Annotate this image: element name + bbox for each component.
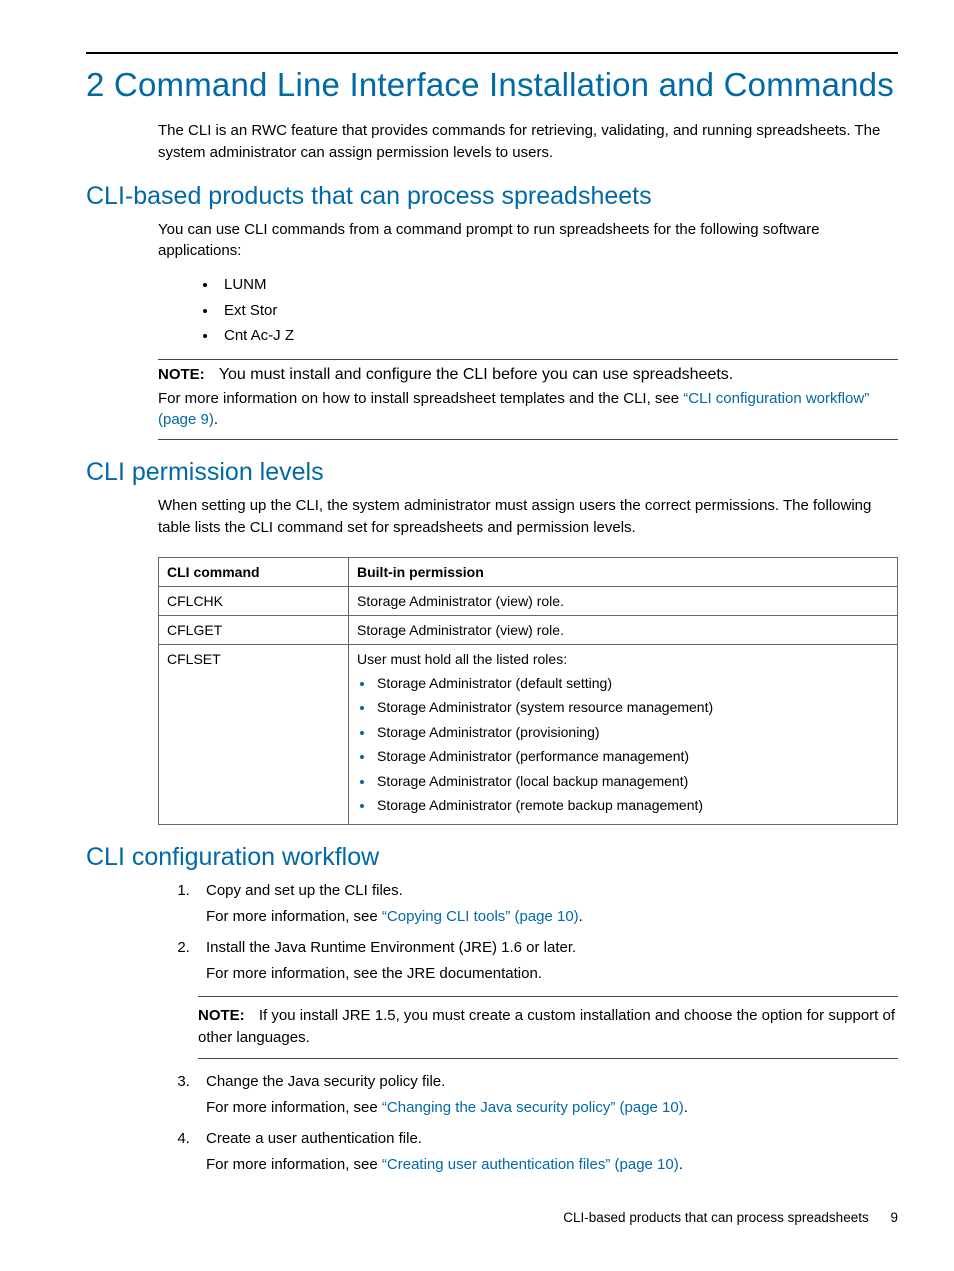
- step-line2-post: .: [679, 1156, 683, 1173]
- perm-role-item: Storage Administrator (performance manag…: [375, 744, 889, 769]
- note-block: NOTE: You must install and configure the…: [158, 359, 898, 441]
- product-item: Ext Stor: [218, 298, 898, 324]
- workflow-steps: Copy and set up the CLI files. For more …: [194, 880, 898, 1177]
- link-creating-auth-files[interactable]: “Creating user authentication files” (pa…: [382, 1156, 679, 1173]
- product-list: LUNM Ext Stor Cnt Ac-J Z: [218, 272, 898, 349]
- note-label: NOTE:: [198, 1007, 245, 1024]
- section2-lead: When setting up the CLI, the system admi…: [158, 495, 898, 539]
- perm-role-item: Storage Administrator (remote backup man…: [375, 793, 889, 818]
- th-builtin-permission: Built-in permission: [349, 557, 898, 586]
- step-item: Install the Java Runtime Environment (JR…: [194, 937, 898, 1059]
- note-block: NOTE: If you install JRE 1.5, you must c…: [198, 996, 898, 1059]
- section1-lead: You can use CLI commands from a command …: [158, 219, 898, 263]
- footer-section-label: CLI-based products that can process spre…: [563, 1210, 868, 1225]
- note-text: If you install JRE 1.5, you must create …: [198, 1007, 895, 1047]
- table-row: CFLSET User must hold all the listed rol…: [159, 644, 898, 824]
- note-text-line1: You must install and configure the CLI b…: [219, 366, 733, 383]
- step-line2-pre: For more information, see: [206, 1099, 382, 1116]
- section-workflow-heading: CLI configuration workflow: [86, 843, 898, 872]
- perm-role-list: Storage Administrator (default setting) …: [375, 671, 889, 818]
- th-cli-command: CLI command: [159, 557, 349, 586]
- perm-role-item: Storage Administrator (provisioning): [375, 720, 889, 745]
- cell-cmd: CFLGET: [159, 615, 349, 644]
- cell-perm: Storage Administrator (view) role.: [349, 586, 898, 615]
- product-item: Cnt Ac-J Z: [218, 323, 898, 349]
- cell-perm: User must hold all the listed roles: Sto…: [349, 644, 898, 824]
- permission-table: CLI command Built-in permission CFLCHK S…: [158, 557, 898, 825]
- step-line2-pre: For more information, see: [206, 1156, 382, 1173]
- table-row: CFLCHK Storage Administrator (view) role…: [159, 586, 898, 615]
- step-line1: Change the Java security policy file.: [206, 1073, 445, 1090]
- intro-paragraph: The CLI is an RWC feature that provides …: [158, 120, 898, 164]
- step-line2-pre: For more information, see: [206, 908, 382, 925]
- top-rule: [86, 52, 898, 54]
- product-item: LUNM: [218, 272, 898, 298]
- page-footer: CLI-based products that can process spre…: [563, 1210, 898, 1225]
- note-text-line2-pre: For more information on how to install s…: [158, 390, 683, 407]
- step-line1: Install the Java Runtime Environment (JR…: [206, 939, 576, 956]
- step-line1: Create a user authentication file.: [206, 1130, 422, 1147]
- section-permission-heading: CLI permission levels: [86, 458, 898, 487]
- cell-perm: Storage Administrator (view) role.: [349, 615, 898, 644]
- note-text-line2-post: .: [214, 411, 218, 428]
- step-line2-post: .: [684, 1099, 688, 1116]
- step-line1: Copy and set up the CLI files.: [206, 882, 403, 899]
- step-item: Copy and set up the CLI files. For more …: [194, 880, 898, 929]
- chapter-title: 2 Command Line Interface Installation an…: [86, 66, 898, 104]
- perm-role-item: Storage Administrator (system resource m…: [375, 695, 889, 720]
- section-cli-products-heading: CLI-based products that can process spre…: [86, 182, 898, 211]
- cell-cmd: CFLCHK: [159, 586, 349, 615]
- link-changing-java-security[interactable]: “Changing the Java security policy” (pag…: [382, 1099, 684, 1116]
- link-copying-cli-tools[interactable]: “Copying CLI tools” (page 10): [382, 908, 579, 925]
- step-line2: For more information, see the JRE docume…: [206, 963, 898, 986]
- note-label: NOTE:: [158, 366, 205, 383]
- cell-cmd: CFLSET: [159, 644, 349, 824]
- step-item: Change the Java security policy file. Fo…: [194, 1071, 898, 1120]
- step-item: Create a user authentication file. For m…: [194, 1128, 898, 1177]
- table-row: CFLGET Storage Administrator (view) role…: [159, 615, 898, 644]
- perm-role-item: Storage Administrator (default setting): [375, 671, 889, 696]
- perm-lead: User must hold all the listed roles:: [357, 651, 567, 667]
- step-line2-post: .: [579, 908, 583, 925]
- perm-role-item: Storage Administrator (local backup mana…: [375, 769, 889, 794]
- page-number: 9: [890, 1210, 898, 1225]
